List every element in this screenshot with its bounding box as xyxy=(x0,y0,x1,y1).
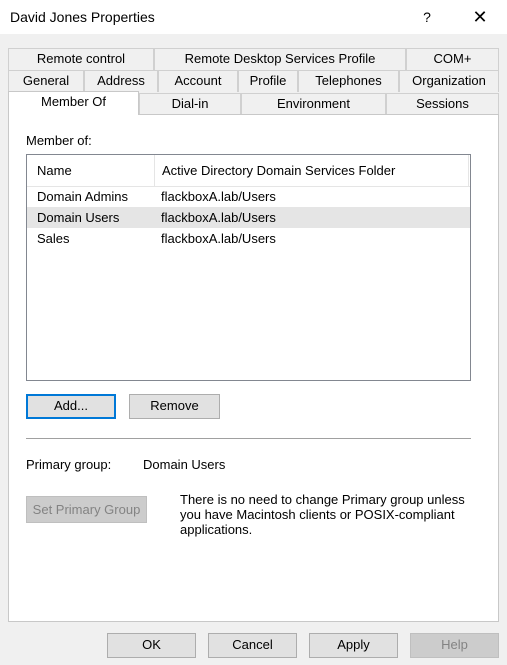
close-icon[interactable]: ✕ xyxy=(464,4,496,30)
tab-general[interactable]: General xyxy=(8,70,84,92)
group-name: Domain Users xyxy=(37,210,120,225)
list-item[interactable]: Domain Admins flackboxA.lab/Users xyxy=(27,186,470,207)
tab-member-of[interactable]: Member Of xyxy=(8,91,139,115)
group-folder: flackboxA.lab/Users xyxy=(161,231,276,246)
group-folder: flackboxA.lab/Users xyxy=(161,189,276,204)
help-icon[interactable]: ? xyxy=(413,4,441,30)
title-bar: David Jones Properties ? ✕ xyxy=(0,0,507,34)
tab-remote-control[interactable]: Remote control xyxy=(8,48,154,70)
tab-com-plus[interactable]: COM+ xyxy=(406,48,499,70)
primary-group-label: Primary group: xyxy=(26,457,112,472)
tab-organization[interactable]: Organization xyxy=(399,70,499,92)
tab-telephones[interactable]: Telephones xyxy=(298,70,399,92)
help-button[interactable]: Help xyxy=(410,633,499,658)
tab-remote-desktop-services-profile[interactable]: Remote Desktop Services Profile xyxy=(154,48,406,70)
remove-button[interactable]: Remove xyxy=(129,394,220,419)
tab-account[interactable]: Account xyxy=(158,70,238,92)
group-folder: flackboxA.lab/Users xyxy=(161,210,276,225)
tab-address[interactable]: Address xyxy=(84,70,158,92)
apply-button[interactable]: Apply xyxy=(309,633,398,658)
column-header-name[interactable]: Name xyxy=(37,163,72,178)
cancel-button[interactable]: Cancel xyxy=(208,633,297,658)
column-separator[interactable] xyxy=(154,155,155,186)
tab-profile[interactable]: Profile xyxy=(238,70,298,92)
member-of-list[interactable]: Name Active Directory Domain Services Fo… xyxy=(26,154,471,381)
member-of-panel: Member of: Name Active Directory Domain … xyxy=(8,114,499,622)
tab-dial-in[interactable]: Dial-in xyxy=(139,93,241,115)
add-button[interactable]: Add... xyxy=(26,394,116,419)
column-header-folder[interactable]: Active Directory Domain Services Folder xyxy=(162,163,395,178)
tab-sessions[interactable]: Sessions xyxy=(386,93,499,115)
member-of-label: Member of: xyxy=(26,133,92,148)
primary-group-value: Domain Users xyxy=(143,457,226,472)
list-header: Name Active Directory Domain Services Fo… xyxy=(27,155,470,187)
window-title: David Jones Properties xyxy=(10,9,155,25)
ok-button[interactable]: OK xyxy=(107,633,196,658)
set-primary-group-button[interactable]: Set Primary Group xyxy=(26,496,147,523)
column-separator[interactable] xyxy=(468,155,469,186)
group-name: Domain Admins xyxy=(37,189,129,204)
divider xyxy=(26,438,471,439)
list-item[interactable]: Sales flackboxA.lab/Users xyxy=(27,228,470,249)
tab-environment[interactable]: Environment xyxy=(241,93,386,115)
primary-group-info: There is no need to change Primary group… xyxy=(180,492,465,537)
group-name: Sales xyxy=(37,231,70,246)
list-item[interactable]: Domain Users flackboxA.lab/Users xyxy=(27,207,470,228)
